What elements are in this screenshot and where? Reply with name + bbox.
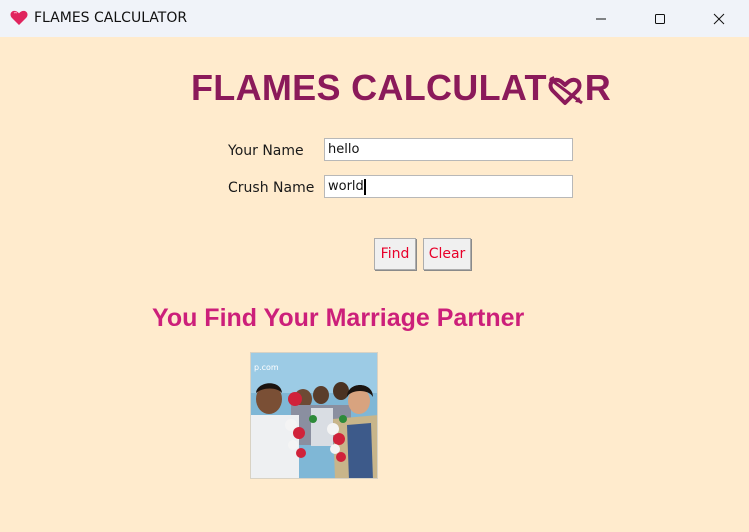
- heart-arrow-icon: [548, 76, 583, 105]
- app-heading: FLAMES CALCULAT R: [191, 66, 611, 110]
- maximize-button[interactable]: [630, 0, 690, 37]
- heading-text-start: FLAMES CALCULAT: [191, 67, 547, 108]
- minimize-icon: [596, 18, 606, 19]
- heart-icon: [10, 10, 28, 25]
- minimize-button[interactable]: [571, 0, 631, 37]
- text-caret: [363, 178, 366, 195]
- result-photo: p.com: [250, 352, 378, 479]
- result-text: You Find Your Marriage Partner: [152, 304, 525, 332]
- crush-name-input[interactable]: world: [324, 175, 573, 198]
- crush-name-label: Crush Name: [228, 180, 315, 196]
- your-name-input[interactable]: hello: [324, 138, 573, 161]
- window-title: FLAMES CALCULATOR: [34, 10, 188, 26]
- maximize-icon: [655, 13, 665, 24]
- your-name-value: hello: [328, 142, 360, 157]
- heading-text-end: R: [584, 67, 612, 108]
- title-bar[interactable]: FLAMES CALCULATOR: [0, 0, 749, 37]
- your-name-label: Your Name: [228, 143, 304, 159]
- photo-watermark: p.com: [254, 363, 279, 372]
- clear-button[interactable]: Clear: [423, 238, 471, 270]
- close-button[interactable]: [689, 0, 749, 37]
- crush-name-value: world: [328, 179, 364, 194]
- find-button[interactable]: Find: [374, 238, 416, 270]
- close-icon: [713, 13, 725, 24]
